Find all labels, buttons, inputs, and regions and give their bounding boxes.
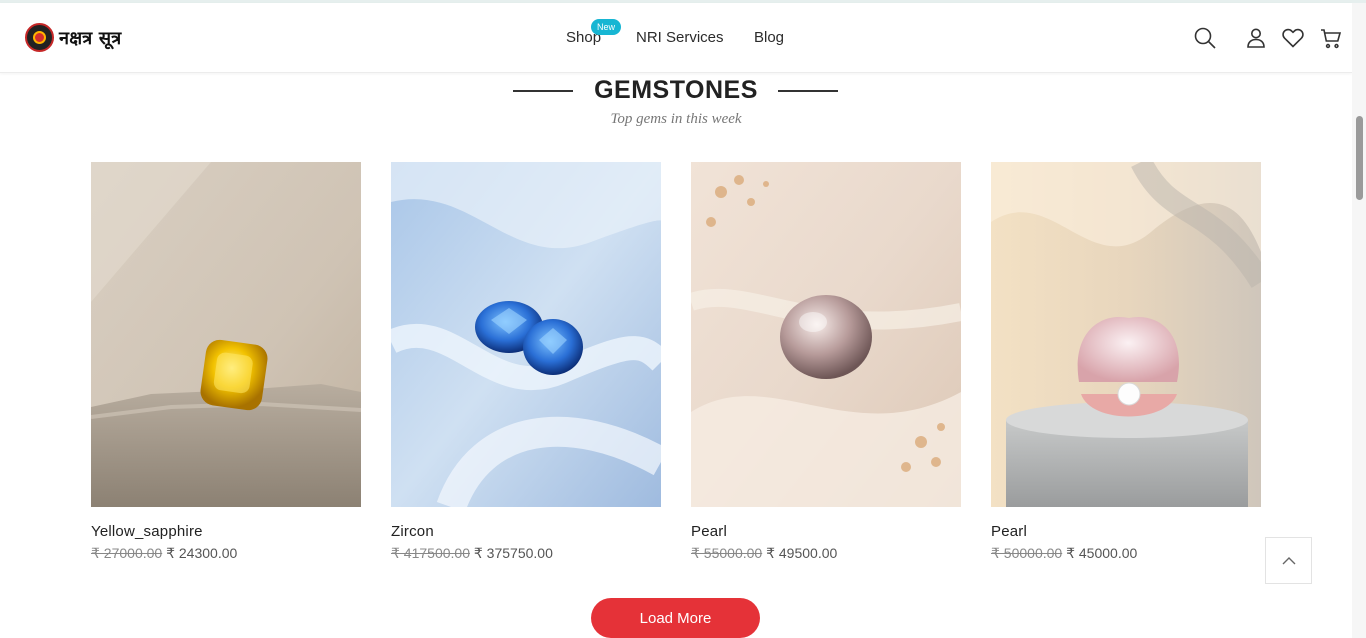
load-more-button[interactable]: Load More bbox=[591, 598, 760, 638]
main-nav: Shop New NRI Services Blog bbox=[0, 19, 1352, 51]
back-to-top-button[interactable] bbox=[1265, 537, 1312, 584]
heart-icon[interactable] bbox=[1280, 25, 1306, 51]
product-card[interactable]: Pearl ₹ 50000.00 ₹ 45000.00 bbox=[991, 162, 1261, 562]
chevron-up-icon bbox=[1282, 556, 1295, 564]
product-price: ₹ 50000.00 ₹ 45000.00 bbox=[991, 545, 1261, 562]
section-subtitle: Top gems in this week bbox=[610, 111, 742, 127]
title-divider-right bbox=[778, 90, 838, 92]
title-divider-left bbox=[513, 90, 573, 92]
product-card[interactable]: Zircon ₹ 417500.00 ₹ 375750.00 bbox=[391, 162, 661, 562]
product-name[interactable]: Yellow_sapphire bbox=[91, 523, 361, 540]
nav-nri-services[interactable]: NRI Services bbox=[636, 29, 724, 46]
product-price: ₹ 55000.00 ₹ 49500.00 bbox=[691, 545, 961, 562]
new-badge: New bbox=[591, 19, 622, 35]
product-old-price: ₹ 417500.00 bbox=[391, 545, 470, 561]
section-title: GEMSTONES bbox=[594, 76, 758, 104]
product-name[interactable]: Zircon bbox=[391, 523, 661, 540]
user-icon[interactable] bbox=[1243, 25, 1269, 51]
product-price: ₹ 27000.00 ₹ 24300.00 bbox=[91, 545, 361, 562]
product-price: ₹ 417500.00 ₹ 375750.00 bbox=[391, 545, 661, 562]
product-sale-price: ₹ 24300.00 bbox=[166, 545, 238, 561]
product-old-price: ₹ 55000.00 bbox=[691, 545, 763, 561]
cart-icon[interactable] bbox=[1318, 25, 1344, 51]
product-card[interactable]: Pearl ₹ 55000.00 ₹ 49500.00 bbox=[691, 162, 961, 562]
nav-blog[interactable]: Blog bbox=[754, 29, 784, 46]
product-image-pearl-shell[interactable] bbox=[991, 162, 1261, 507]
product-image-zircon[interactable] bbox=[391, 162, 661, 507]
scrollbar-thumb[interactable] bbox=[1356, 116, 1363, 200]
product-name[interactable]: Pearl bbox=[691, 523, 961, 540]
product-card[interactable]: Yellow_sapphire ₹ 27000.00 ₹ 24300.00 bbox=[91, 162, 361, 562]
product-old-price: ₹ 50000.00 bbox=[991, 545, 1063, 561]
product-name[interactable]: Pearl bbox=[991, 523, 1261, 540]
section-heading: GEMSTONES bbox=[0, 76, 1352, 105]
product-image-pearl[interactable] bbox=[691, 162, 961, 507]
page-scrollbar[interactable] bbox=[1352, 3, 1366, 638]
product-sale-price: ₹ 45000.00 bbox=[1066, 545, 1138, 561]
product-sale-price: ₹ 49500.00 bbox=[766, 545, 838, 561]
site-header: नक्षत्र सूत्र Shop New NRI Services Blog bbox=[0, 3, 1352, 73]
search-icon[interactable] bbox=[1192, 25, 1218, 51]
product-sale-price: ₹ 375750.00 bbox=[473, 545, 553, 561]
product-image-yellow-sapphire[interactable] bbox=[91, 162, 361, 507]
product-old-price: ₹ 27000.00 bbox=[91, 545, 163, 561]
